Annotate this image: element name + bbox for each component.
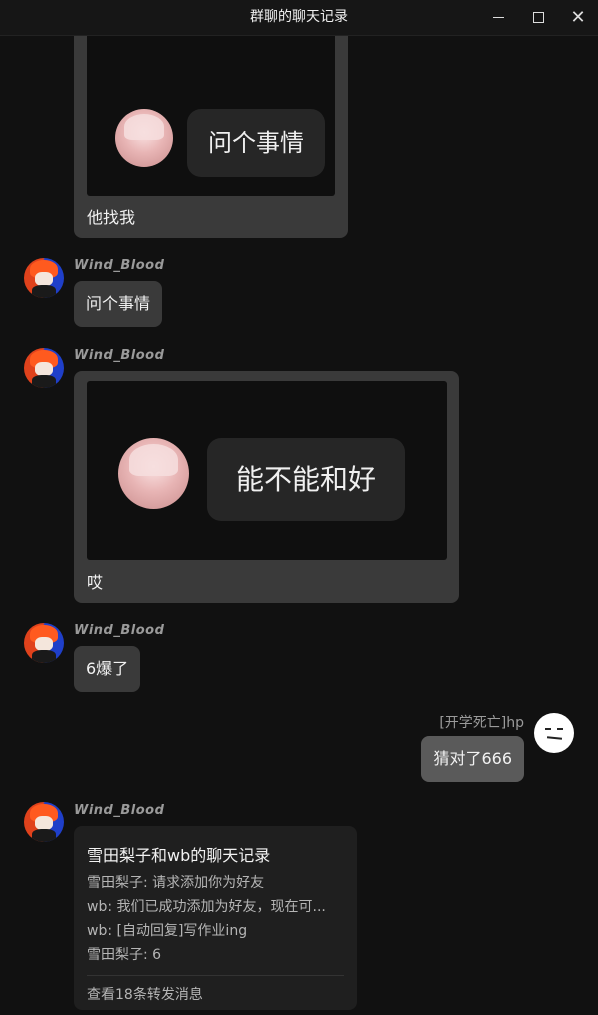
forwarded-chat-card[interactable]: 雪田梨子和wb的聊天记录 雪田梨子: 请求添加你为好友 wb: 我们已成功添加为…: [74, 826, 357, 1010]
image-caption: 他找我: [87, 208, 136, 227]
title-bar: 群聊的聊天记录 ✕: [0, 0, 598, 36]
maximize-button[interactable]: [518, 0, 558, 35]
forward-preview-line: wb: 我们已成功添加为好友，现在可...: [87, 899, 326, 915]
sender-name: [开学死亡]hp: [439, 715, 524, 731]
message-bubble[interactable]: 问个事情: [74, 281, 163, 327]
message-text: 问个事情: [86, 294, 151, 313]
minimize-icon: [492, 16, 504, 18]
view-forwarded-messages-link[interactable]: 查看18条转发消息: [87, 984, 203, 1004]
divider: [87, 975, 344, 976]
image-speech-bubble: 问个事情: [187, 109, 325, 177]
message-bubble[interactable]: 6爆了: [74, 646, 141, 692]
message-text: 猜对了666: [433, 749, 512, 768]
message-bubble[interactable]: 猜对了666: [421, 736, 524, 782]
avatar[interactable]: [24, 348, 64, 388]
sender-name: Wind_Blood: [74, 258, 165, 273]
sender-name: Wind_Blood: [74, 623, 165, 638]
forward-preview-line: wb: [自动回复]写作业ing: [87, 923, 248, 939]
close-icon: ✕: [570, 7, 586, 28]
close-button[interactable]: ✕: [558, 0, 598, 35]
message-image[interactable]: 问个事情: [87, 36, 335, 196]
sender-name: Wind_Blood: [74, 348, 165, 363]
avatar[interactable]: [24, 623, 64, 663]
image-speech-bubble: 能不能和好: [207, 438, 405, 521]
message-text: 6爆了: [86, 659, 129, 678]
sender-name: Wind_Blood: [74, 803, 165, 818]
forward-preview-line: 雪田梨子: 请求添加你为好友: [87, 875, 265, 891]
maximize-icon: [532, 11, 544, 23]
image-message-card[interactable]: 问个事情 他找我: [74, 36, 348, 238]
message-image[interactable]: 能不能和好: [87, 381, 447, 560]
image-avatar: [118, 438, 189, 509]
forward-preview-line: 雪田梨子: 6: [87, 947, 162, 963]
avatar[interactable]: [534, 713, 574, 753]
avatar[interactable]: [24, 258, 64, 298]
forward-title: 雪田梨子和wb的聊天记录: [87, 846, 271, 865]
chat-history[interactable]: 问个事情 他找我 Wind_Blood 问个事情 Wind_Blood 能不能和…: [0, 36, 598, 1015]
image-message-card[interactable]: 能不能和好 哎: [74, 371, 459, 603]
avatar[interactable]: [24, 802, 64, 842]
minimize-button[interactable]: [478, 0, 518, 35]
image-avatar: [115, 109, 173, 167]
image-caption: 哎: [87, 573, 104, 592]
